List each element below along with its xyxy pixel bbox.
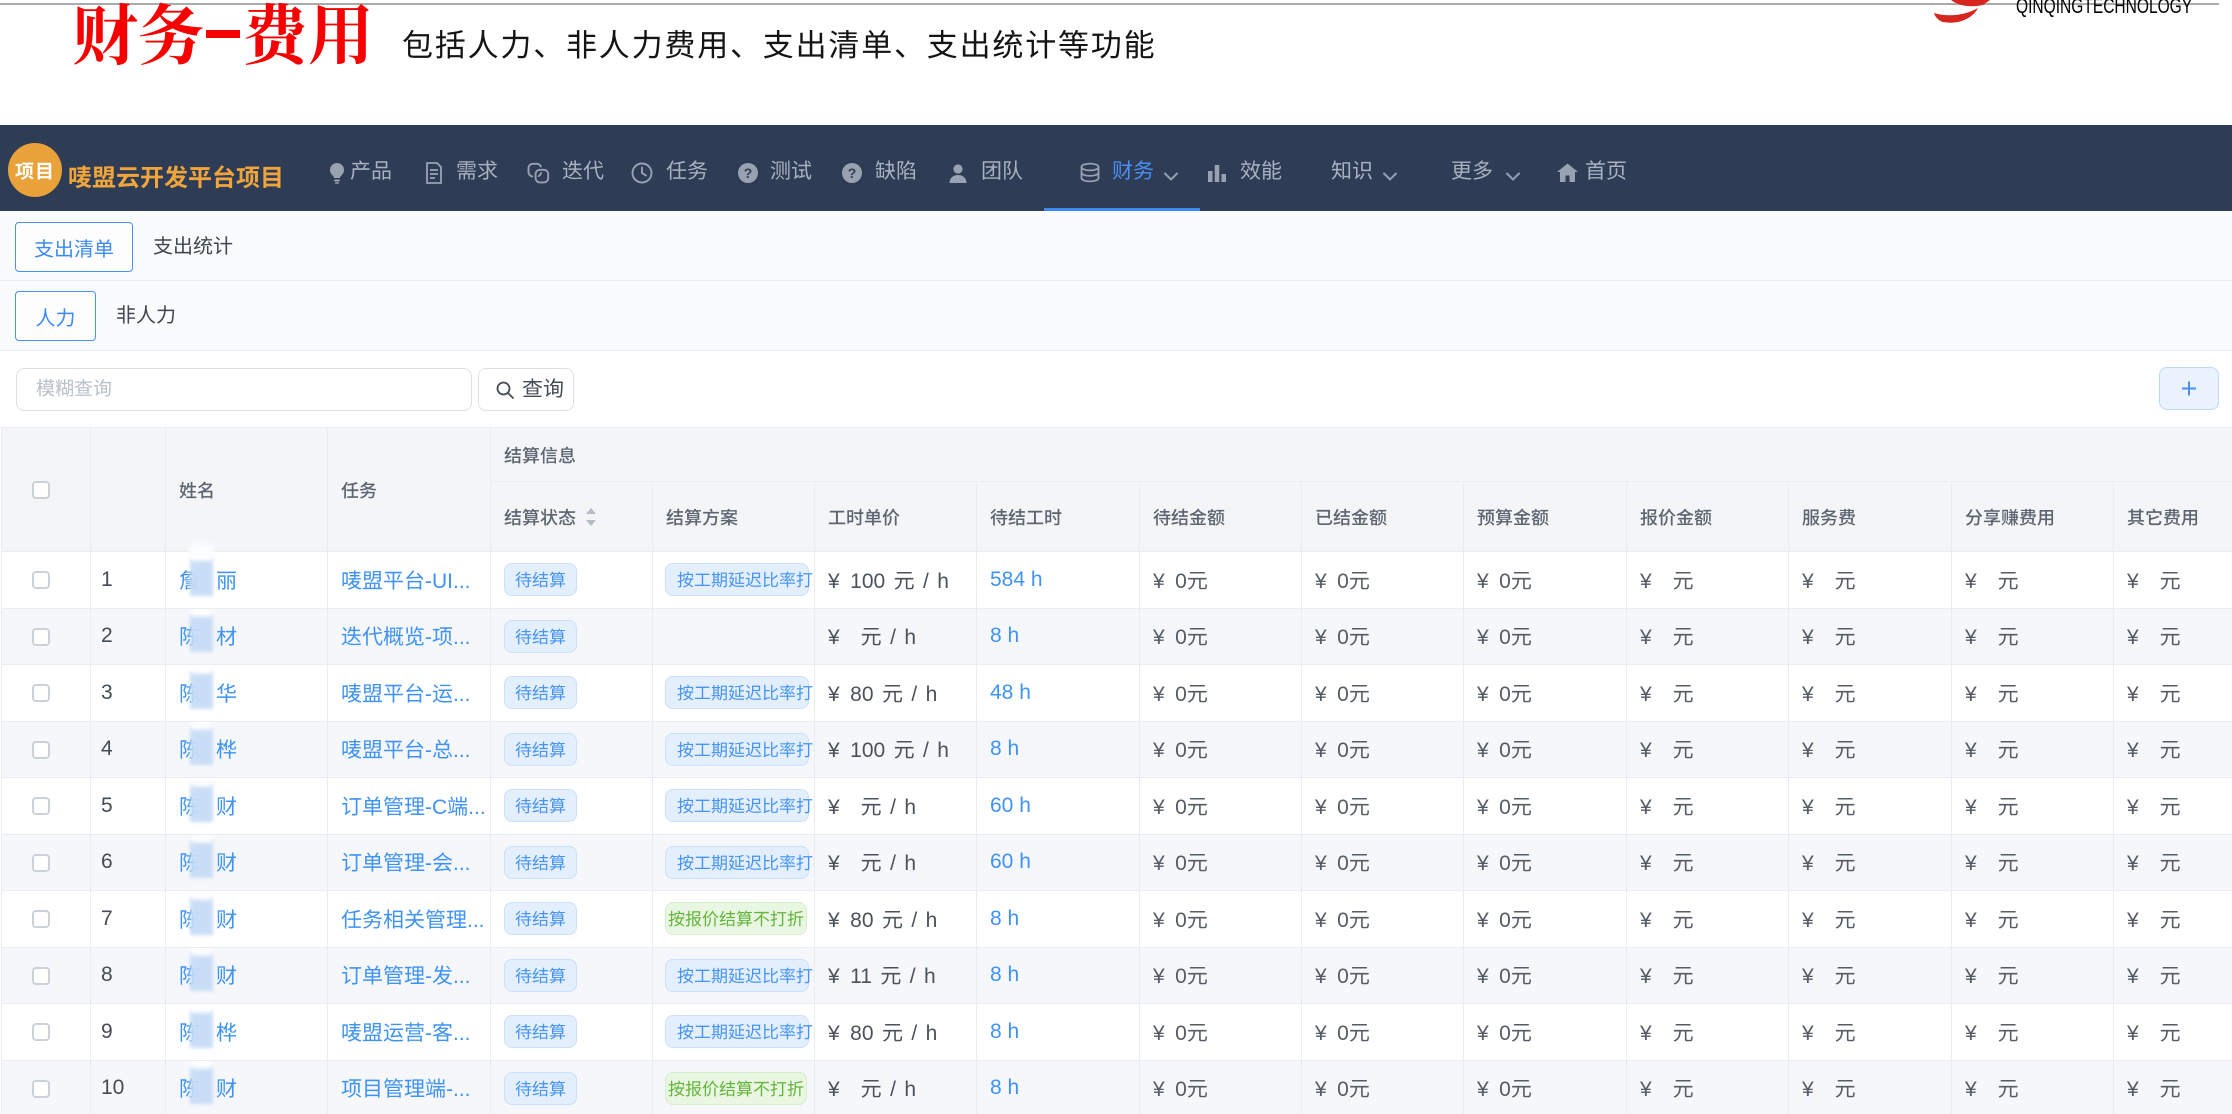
svg-text:?: ? (744, 165, 753, 181)
svg-text:?: ? (848, 165, 857, 181)
